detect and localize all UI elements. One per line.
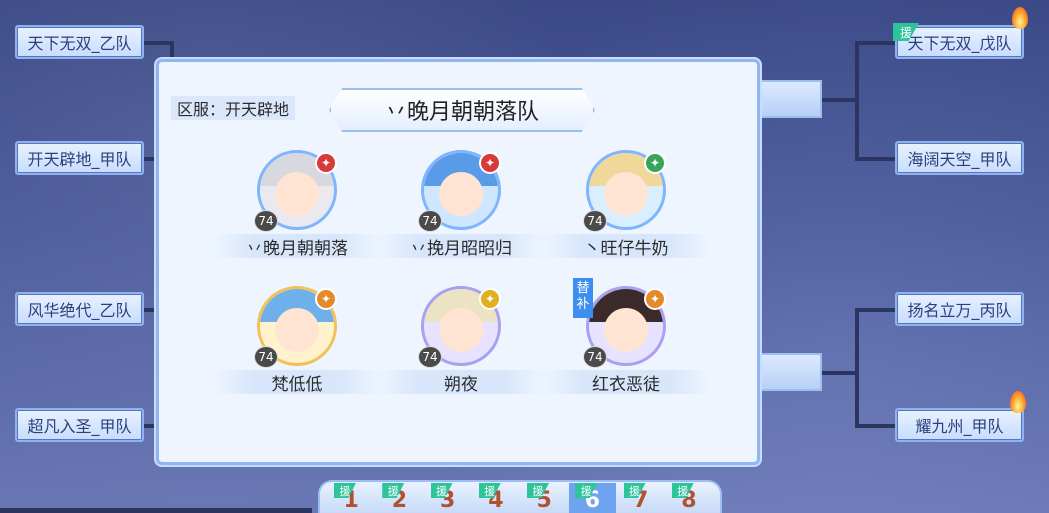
team-name: 海阔天空_甲队	[907, 150, 1012, 169]
member-card[interactable]: 替补 ✦ 74 红衣恶徒	[541, 278, 711, 396]
right-team-1[interactable]: 援 天下无双_戊队	[893, 23, 1024, 59]
element-icon: ✦	[644, 288, 666, 310]
left-team-4[interactable]: 超凡入圣_甲队	[15, 408, 144, 442]
bracket-line	[822, 371, 858, 375]
team-name: 耀九州_甲队	[915, 417, 1004, 436]
bracket-line	[855, 424, 895, 428]
member-name: 丷晚月朝朝落	[212, 234, 382, 259]
fire-icon	[1012, 7, 1028, 29]
tab-3[interactable]: 援3	[425, 483, 471, 513]
element-icon: ✦	[315, 288, 337, 310]
bracket-line	[855, 157, 895, 161]
right-score-slot-1	[760, 80, 822, 118]
member-card[interactable]: ✦ 74 丷晚月朝朝落	[212, 150, 382, 260]
team-title: 丷晚月朝朝落队	[329, 88, 595, 132]
right-score-slot-2	[760, 353, 822, 391]
left-team-3[interactable]: 风华绝代_乙队	[15, 292, 144, 326]
right-team-4[interactable]: 耀九州_甲队	[895, 408, 1024, 442]
tab-7[interactable]: 援7	[618, 483, 664, 513]
level-badge: 74	[583, 346, 607, 368]
member-name: 红衣恶徒	[541, 370, 711, 395]
bracket-line	[822, 98, 858, 102]
tab-1[interactable]: 援1	[328, 483, 374, 513]
round-tabs: 援1 援2 援3 援4 援5 援6 援7 援8	[318, 480, 722, 513]
member-name: 朔夜	[376, 370, 546, 395]
bracket-line	[855, 41, 895, 45]
bracket-line	[855, 308, 859, 428]
member-card[interactable]: ✦ 74 丶旺仔牛奶	[541, 150, 711, 260]
tab-6[interactable]: 援6	[569, 483, 616, 513]
team-detail-panel: 区服：开天辟地 丷晚月朝朝落队 ✦ 74 丷晚月朝朝落 ✦ 74 丷挽月昭昭归 …	[156, 59, 760, 465]
element-icon: ✦	[479, 288, 501, 310]
tab-5[interactable]: 援5	[521, 483, 567, 513]
level-badge: 74	[254, 210, 278, 232]
bracket-line	[855, 308, 895, 312]
level-badge: 74	[418, 346, 442, 368]
team-name: 超凡入圣_甲队	[27, 417, 132, 436]
team-name: 开天辟地_甲队	[27, 150, 132, 169]
element-icon: ✦	[644, 152, 666, 174]
member-card[interactable]: ✦ 74 梵低低	[212, 286, 382, 396]
member-name: 丶旺仔牛奶	[541, 234, 711, 259]
left-team-2[interactable]: 开天辟地_甲队	[15, 141, 144, 175]
element-icon: ✦	[315, 152, 337, 174]
tab-8[interactable]: 援8	[666, 483, 712, 513]
element-icon: ✦	[479, 152, 501, 174]
team-name: 天下无双_乙队	[27, 34, 132, 53]
member-name: 丷挽月昭昭归	[376, 234, 546, 259]
bracket-line	[855, 41, 859, 161]
level-badge: 74	[418, 210, 442, 232]
tab-2[interactable]: 援2	[376, 483, 422, 513]
team-name: 扬名立万_丙队	[907, 301, 1012, 320]
right-team-2[interactable]: 海阔天空_甲队	[895, 141, 1024, 175]
level-badge: 74	[254, 346, 278, 368]
member-card[interactable]: ✦ 74 丷挽月昭昭归	[376, 150, 546, 260]
member-card[interactable]: ✦ 74 朔夜	[376, 286, 546, 396]
fire-icon	[1010, 391, 1026, 413]
member-name: 梵低低	[212, 370, 382, 395]
right-team-3[interactable]: 扬名立万_丙队	[895, 292, 1024, 326]
left-team-1[interactable]: 天下无双_乙队	[15, 25, 144, 59]
team-name: 天下无双_戊队	[907, 34, 1012, 53]
server-label: 区服：开天辟地	[171, 96, 296, 120]
level-badge: 74	[583, 210, 607, 232]
team-name: 风华绝代_乙队	[27, 301, 132, 320]
bracket-line	[0, 508, 312, 513]
substitute-tag: 替补	[573, 278, 593, 318]
tab-4[interactable]: 援4	[473, 483, 519, 513]
bracket-line	[170, 41, 174, 61]
